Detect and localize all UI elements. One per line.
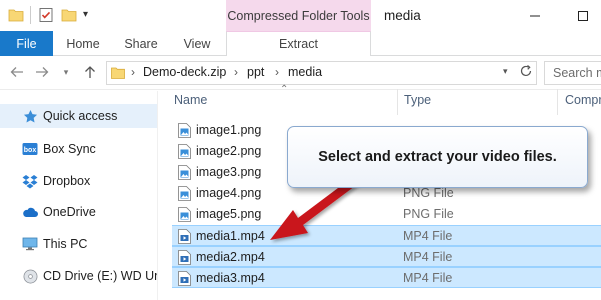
- file-row[interactable]: media3.mp4 MP4 File: [172, 267, 601, 288]
- breadcrumb-separator[interactable]: ›: [234, 65, 238, 79]
- forward-button[interactable]: [33, 63, 51, 81]
- properties-icon[interactable]: [38, 7, 54, 23]
- tab-share[interactable]: Share: [116, 31, 166, 56]
- file-row[interactable]: media1.mp4 MP4 File: [172, 225, 601, 246]
- file-type: MP4 File: [403, 229, 453, 243]
- file-name: media3.mp4: [196, 271, 265, 285]
- tab-extract[interactable]: Extract: [226, 31, 371, 56]
- folder-icon[interactable]: [8, 7, 24, 23]
- column-header-type[interactable]: Type: [404, 93, 431, 111]
- address-dropdown-icon[interactable]: ▾: [503, 66, 508, 77]
- nav-item-label: This PC: [43, 237, 88, 251]
- file-type: MP4 File: [403, 271, 453, 285]
- nav-item-dropbox[interactable]: Dropbox: [0, 169, 157, 193]
- file-name: image1.png: [196, 123, 262, 137]
- up-button[interactable]: [81, 63, 99, 81]
- file-name: image4.png: [196, 186, 262, 200]
- star-icon: [22, 108, 38, 124]
- nav-item-onedrive[interactable]: OneDrive: [0, 200, 157, 224]
- column-header-name[interactable]: Name: [174, 93, 207, 111]
- breadcrumb-media[interactable]: media: [288, 65, 322, 79]
- image-file-icon: [178, 186, 191, 201]
- search-input[interactable]: Search m: [544, 61, 601, 85]
- box-icon: box: [22, 141, 38, 157]
- dropbox-icon: [22, 173, 38, 189]
- nav-item-label: Box Sync: [43, 142, 96, 156]
- context-tab-header: Compressed Folder Tools: [226, 0, 371, 31]
- sort-up-icon: ⌃: [280, 84, 289, 95]
- cloud-icon: [22, 204, 38, 220]
- file-name: image5.png: [196, 207, 262, 221]
- breadcrumb-separator[interactable]: ›: [131, 65, 135, 79]
- nav-item-label: CD Drive (E:) WD Unlo: [43, 269, 157, 283]
- breadcrumb-zip[interactable]: Demo-deck.zip: [143, 65, 226, 79]
- tab-view[interactable]: View: [172, 31, 222, 56]
- video-file-icon: [178, 271, 191, 286]
- breadcrumb-ppt[interactable]: ppt: [247, 65, 264, 79]
- nav-item-box-sync[interactable]: box Box Sync: [0, 137, 157, 161]
- breadcrumb-separator[interactable]: ›: [275, 65, 279, 79]
- new-folder-icon[interactable]: [61, 7, 77, 23]
- image-file-icon: [178, 144, 191, 159]
- tab-home[interactable]: Home: [58, 31, 108, 56]
- image-file-icon: [178, 165, 191, 180]
- tab-file[interactable]: File: [0, 31, 53, 56]
- disc-icon: [22, 268, 38, 284]
- maximize-button[interactable]: [568, 0, 598, 31]
- video-file-icon: [178, 229, 191, 244]
- file-row[interactable]: image5.png PNG File: [172, 204, 601, 225]
- nav-item-this-pc[interactable]: This PC: [0, 232, 157, 256]
- nav-item-cd-drive[interactable]: CD Drive (E:) WD Unlo: [0, 264, 157, 288]
- monitor-icon: [22, 236, 38, 252]
- column-divider[interactable]: [397, 89, 398, 115]
- refresh-icon[interactable]: [519, 64, 533, 83]
- minimize-button[interactable]: [520, 0, 550, 31]
- folder-icon: [111, 66, 125, 79]
- image-file-icon: [178, 207, 191, 222]
- nav-item-quick-access[interactable]: Quick access: [0, 104, 157, 128]
- recent-locations-icon[interactable]: ▾: [57, 63, 75, 81]
- image-file-icon: [178, 123, 191, 138]
- file-type: PNG File: [403, 186, 454, 200]
- file-name: media2.mp4: [196, 250, 265, 264]
- file-name: media1.mp4: [196, 229, 265, 243]
- column-divider[interactable]: [557, 89, 558, 115]
- nav-item-label: OneDrive: [43, 205, 96, 219]
- callout-box: Select and extract your video files.: [287, 126, 588, 188]
- svg-text:box: box: [24, 147, 37, 154]
- video-file-icon: [178, 250, 191, 265]
- file-row[interactable]: media2.mp4 MP4 File: [172, 246, 601, 267]
- qat-dropdown-icon[interactable]: ▾: [83, 8, 93, 22]
- file-name: image3.png: [196, 165, 262, 179]
- pane-divider[interactable]: [157, 91, 158, 300]
- column-header-compressed[interactable]: Compr: [565, 93, 601, 111]
- qat-divider: [30, 6, 31, 24]
- nav-item-label: Quick access: [43, 109, 118, 123]
- file-type: PNG File: [403, 207, 454, 221]
- file-name: image2.png: [196, 144, 262, 158]
- back-button[interactable]: [8, 63, 26, 81]
- nav-item-label: Dropbox: [43, 174, 91, 188]
- file-type: MP4 File: [403, 250, 453, 264]
- window-title: media: [384, 8, 421, 23]
